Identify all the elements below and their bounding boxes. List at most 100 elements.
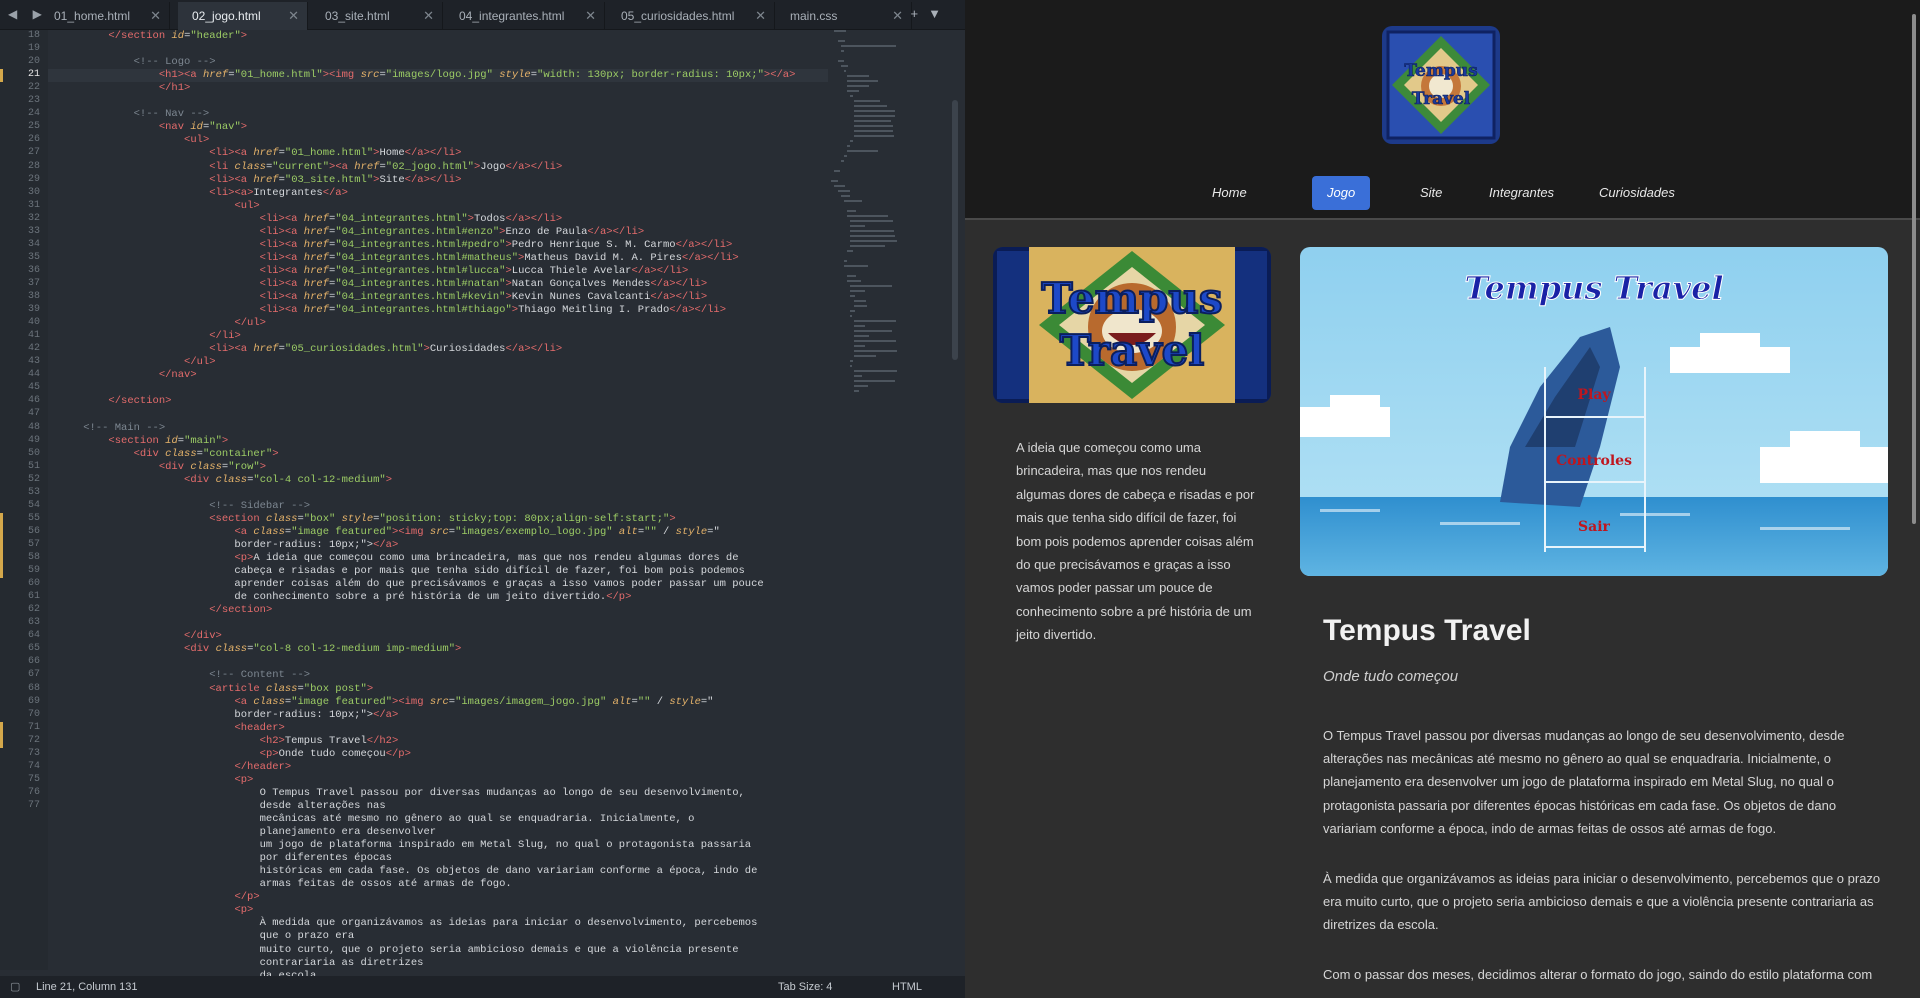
code-line[interactable]: <li><a href="04_integrantes.html">Todos<… [58,213,563,226]
code-line[interactable]: <li><a href="01_home.html">Home</a></li> [58,147,461,160]
code-line[interactable]: </div> [58,630,222,643]
code-line[interactable]: <li><a href="04_integrantes.html#kevin">… [58,291,708,304]
code-line[interactable]: <div class="col-8 col-12-medium imp-medi… [58,643,461,656]
code-line[interactable]: </li> [58,330,241,343]
tab-menu-icon[interactable]: +▼ [911,6,951,21]
code-line[interactable]: cabeça e risadas e por mais que tenha si… [58,565,744,578]
nav-curiosidades[interactable]: Curiosidades [1584,176,1690,210]
close-icon[interactable]: ✕ [150,2,161,30]
code-line[interactable]: <section class="box" style="position: st… [58,513,675,526]
code-line[interactable]: que o prazo era [58,930,355,943]
code-line[interactable]: contrariaria as diretrizes [58,957,424,970]
code-line[interactable]: históricas em cada fase. Os objetos de d… [58,865,758,878]
code-line[interactable]: </header> [58,761,291,774]
tab-02-jogo[interactable]: 02_jogo.html ✕ [178,2,308,30]
code-line[interactable]: <p>A ideia que começou como uma brincade… [58,552,738,565]
nav-jogo[interactable]: Jogo [1312,176,1371,210]
tab-main-css[interactable]: main.css ✕ [776,2,912,30]
tab-03-site[interactable]: 03_site.html ✕ [311,2,443,30]
code-line[interactable]: <div class="container"> [58,448,279,461]
code-line[interactable]: <div class="col-4 col-12-medium"> [58,474,392,487]
line-number: 41 [27,330,40,342]
code-line[interactable]: <a class="image featured"><img src="imag… [58,696,713,709]
code-line[interactable]: planejamento era desenvolver [58,826,436,839]
code-line[interactable]: <p> [58,904,253,917]
code-line[interactable]: <div class="row"> [58,461,266,474]
code-line[interactable]: </nav> [58,369,197,382]
code-line[interactable]: <p>Onde tudo começou</p> [58,748,411,761]
minimap[interactable] [828,30,948,410]
code-line[interactable]: border-radius: 10px;"></a> [58,539,398,552]
code-line[interactable]: desde alterações nas [58,800,386,813]
code-line[interactable]: </ul> [58,317,266,330]
code-line[interactable]: </section id="header"> [58,30,247,43]
code-line[interactable]: aprender coisas além do que precisávamos… [58,578,763,591]
nav-home[interactable]: Home [1197,176,1262,210]
code-line[interactable]: <h2>Tempus Travel</h2> [58,735,399,748]
code-area[interactable]: </section id="header"> <!-- Logo --> <h1… [58,30,828,982]
line-number: 39 [27,304,40,316]
code-line[interactable]: <article class="box post"> [58,683,373,696]
code-line[interactable]: <li><a href="04_integrantes.html#lucca">… [58,265,689,278]
code-line[interactable]: mecânicas até mesmo no gênero ao qual se… [58,813,695,826]
tab-05-curiosidades[interactable]: 05_curiosidades.html ✕ [607,2,775,30]
code-line[interactable]: </ul> [58,356,216,369]
code-line[interactable]: <li><a href="04_integrantes.html#pedro">… [58,239,733,252]
close-icon[interactable]: ✕ [423,2,434,30]
code-line[interactable]: <li><a href="04_integrantes.html#matheus… [58,252,739,265]
code-editor[interactable]: ◀ ▶ 01_home.html ✕ 02_jogo.html ✕ 03_site.… [0,0,965,998]
code-line[interactable]: <li><a href="04_integrantes.html#enzo">E… [58,226,644,239]
tab-04-integrantes[interactable]: 04_integrantes.html ✕ [445,2,605,30]
line-number: 42 [27,343,40,355]
code-line[interactable]: de conhecimento sobre a pré história de … [58,591,631,604]
code-line[interactable]: <ul> [58,200,259,213]
close-icon[interactable]: ✕ [755,2,766,30]
syntax-mode[interactable]: HTML [892,976,922,998]
code-line[interactable]: <!-- Logo --> [58,56,216,69]
code-line[interactable]: <nav id="nav"> [58,121,247,134]
code-line[interactable]: </section> [58,604,272,617]
code-line[interactable]: <h1><a href="01_home.html"><img src="ima… [58,69,796,82]
line-gutter: 18 19 20 21 22 23 24 25 26 27 28 29 30 31 32 33 34 35 36 37… [0,30,48,970]
code-line[interactable]: <li><a>Integrantes</a> [58,187,348,200]
code-line[interactable]: <li><a href="04_integrantes.html#thiago"… [58,304,726,317]
code-line[interactable]: <!-- Nav --> [58,108,210,121]
code-line[interactable]: <li><a href="04_integrantes.html#natan">… [58,278,708,291]
tab-size[interactable]: Tab Size: 4 [778,976,832,998]
code-line[interactable]: </section> [58,395,171,408]
code-line[interactable]: armas feitas de ossos até armas de fogo. [58,878,512,891]
code-line[interactable]: <!-- Content --> [58,669,310,682]
sidebar-logo-image[interactable]: Tempus Travel [993,247,1271,403]
code-line[interactable]: border-radius: 10px;"></a> [58,709,398,722]
panel-toggle-icon[interactable]: ▢ [10,976,20,998]
code-line[interactable]: À medida que organizávamos as ideias par… [58,917,758,930]
code-line[interactable]: O Tempus Travel passou por diversas muda… [58,787,745,800]
game-screenshot[interactable]: Tempus Travel Play Controles Sair [1300,247,1888,576]
code-line[interactable]: um jogo de plataforma inspirado em Metal… [58,839,752,852]
close-icon[interactable]: ✕ [585,2,596,30]
code-line[interactable]: </p> [58,891,259,904]
code-line[interactable]: <ul> [58,134,209,147]
line-number: 37 [27,277,40,289]
tab-01-home[interactable]: 01_home.html ✕ [40,2,170,30]
code-line[interactable]: <li class="current"><a href="02_jogo.htm… [58,161,562,174]
minimap-line [853,115,896,117]
preview-scrollbar[interactable] [1912,14,1916,524]
code-line[interactable]: <p> [58,774,253,787]
code-line[interactable]: <section id="main"> [58,435,228,448]
code-line[interactable]: muito curto, que o projeto seria ambicio… [58,944,739,957]
code-line[interactable]: <!-- Sidebar --> [58,500,310,513]
close-icon[interactable]: ✕ [892,2,903,30]
editor-scrollbar[interactable] [952,100,958,360]
site-logo[interactable]: Tempus Travel [1382,26,1500,144]
nav-integrantes[interactable]: Integrantes [1474,176,1569,210]
code-line[interactable]: </h1> [58,82,191,95]
code-line[interactable]: <li><a href="03_site.html">Site</a></li> [58,174,461,187]
close-icon[interactable]: ✕ [288,2,299,30]
code-line[interactable]: por diferentes épocas [58,852,392,865]
code-line[interactable]: <header> [58,722,284,735]
code-line[interactable]: <!-- Main --> [58,422,165,435]
nav-site[interactable]: Site [1405,176,1457,210]
code-line[interactable]: <a class="image featured"><img src="imag… [58,526,719,539]
code-line[interactable]: <li><a href="05_curiosidades.html">Curio… [58,343,562,356]
